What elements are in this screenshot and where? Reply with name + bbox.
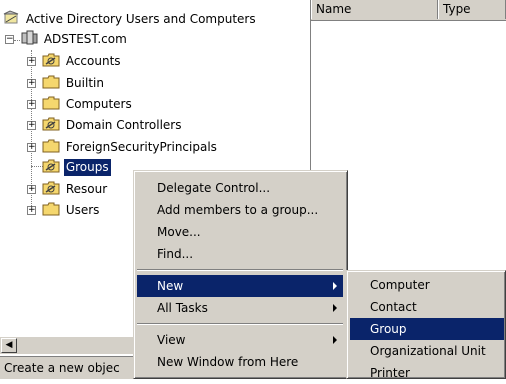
menu-item-new[interactable]: New (137, 275, 343, 297)
tree-item-groups[interactable]: Groups (42, 158, 111, 178)
menu-item-delegate-control[interactable]: Delegate Control... (137, 177, 343, 199)
menu-separator (137, 323, 343, 325)
expand-resources-toggle[interactable]: + (27, 185, 36, 194)
ou-folder-icon (42, 181, 60, 195)
menu-separator (137, 269, 343, 271)
ou-folder-icon (42, 117, 60, 131)
submenu-item-contact[interactable]: Contact (350, 296, 504, 318)
tree-item-domain[interactable]: ADSTEST.com (20, 30, 129, 50)
expand-accounts-toggle[interactable]: + (27, 57, 36, 66)
menu-item-view-label: View (157, 333, 186, 347)
tree-item-label: Computers (65, 97, 132, 111)
expand-domain-controllers-toggle[interactable]: + (27, 121, 36, 130)
folder-icon (42, 139, 60, 153)
scroll-left-button[interactable]: ◀ (1, 338, 17, 353)
menu-item-add-members[interactable]: Add members to a group... (137, 199, 343, 221)
menu-item-find[interactable]: Find... (137, 243, 343, 265)
submenu-arrow-icon (333, 304, 337, 312)
tree-root[interactable]: Active Directory Users and Computers (2, 10, 258, 30)
submenu-item-organizational-unit[interactable]: Organizational Unit (350, 340, 504, 362)
tree-item-label: Resour (65, 182, 108, 196)
menu-item-all-tasks-label: All Tasks (157, 301, 208, 315)
submenu-item-computer[interactable]: Computer (350, 274, 504, 296)
domain-label: ADSTEST.com (43, 32, 127, 46)
ad-snapin-icon (3, 10, 19, 24)
ou-folder-icon (42, 53, 60, 67)
new-submenu[interactable]: Computer Contact Group Organizational Un… (346, 270, 506, 380)
expand-users-toggle[interactable]: + (27, 206, 36, 215)
tree-item-foreign-security-principals[interactable]: ForeignSecurityPrincipals (42, 138, 219, 158)
column-header-type[interactable]: Type (438, 0, 506, 19)
submenu-item-group[interactable]: Group (350, 318, 504, 340)
tree-root-label: Active Directory Users and Computers (25, 12, 256, 26)
tree-item-domain-controllers[interactable]: Domain Controllers (42, 116, 184, 136)
expand-fsp-toggle[interactable]: + (27, 143, 36, 152)
expand-builtin-toggle[interactable]: + (27, 79, 36, 88)
tree-item-label: Domain Controllers (65, 118, 182, 132)
ou-folder-icon (42, 159, 60, 173)
tree-item-label: Users (65, 203, 100, 217)
domain-icon (21, 30, 38, 45)
context-menu[interactable]: Delegate Control... Add members to a gro… (133, 170, 348, 379)
tree-item-accounts[interactable]: Accounts (42, 52, 123, 72)
tree-item-users[interactable]: Users (42, 201, 101, 221)
collapse-domain-toggle[interactable]: − (5, 35, 14, 44)
submenu-arrow-icon (333, 336, 337, 344)
tree-item-resources[interactable]: Resour (42, 180, 109, 200)
tree-item-computers[interactable]: Computers (42, 95, 134, 115)
menu-item-move[interactable]: Move... (137, 221, 343, 243)
folder-icon (42, 75, 60, 89)
tree-item-label: ForeignSecurityPrincipals (65, 140, 217, 154)
menu-item-new-label: New (157, 279, 184, 293)
submenu-arrow-icon (333, 282, 337, 290)
menu-item-all-tasks[interactable]: All Tasks (137, 297, 343, 319)
tree-item-label-selected: Groups (63, 159, 111, 176)
folder-icon (42, 202, 60, 216)
column-headers: Name Type (311, 0, 506, 21)
menu-item-view[interactable]: View (137, 329, 343, 351)
submenu-item-printer[interactable]: Printer (350, 362, 504, 384)
tree-item-label: Builtin (65, 76, 104, 90)
tree-item-label: Accounts (65, 54, 121, 68)
expand-computers-toggle[interactable]: + (27, 100, 36, 109)
menu-item-new-window[interactable]: New Window from Here (137, 351, 343, 373)
tree-item-builtin[interactable]: Builtin (42, 74, 106, 94)
folder-icon (42, 96, 60, 110)
column-header-name[interactable]: Name (311, 0, 438, 19)
